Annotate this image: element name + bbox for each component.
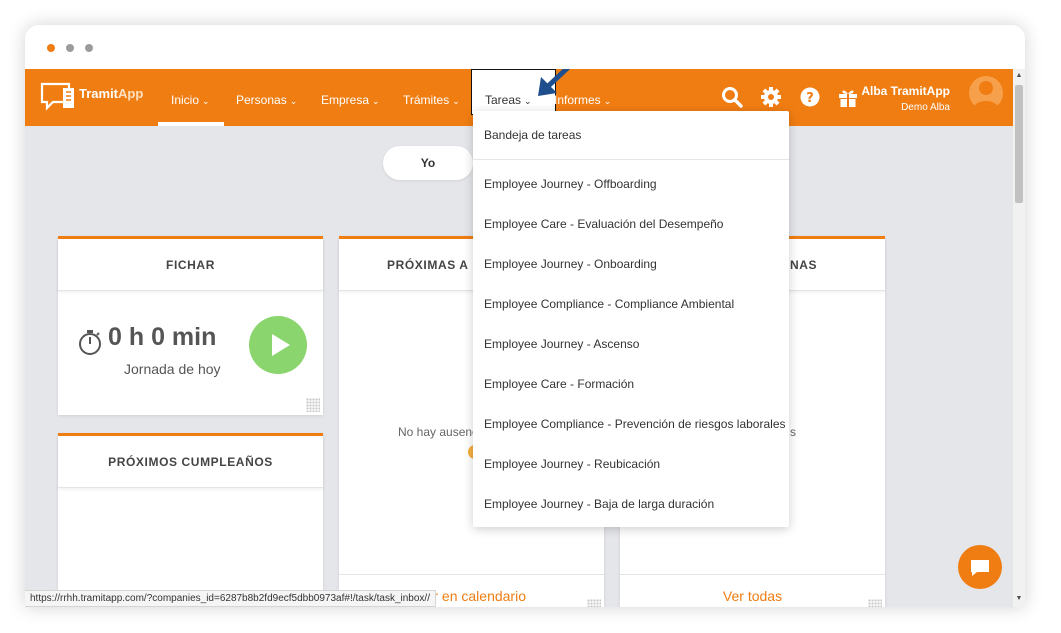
nav-item-label: Trámites: [403, 93, 450, 107]
card-title-text: NAS: [790, 258, 818, 272]
maximize-window-button[interactable]: [85, 44, 93, 52]
menu-item-relocation[interactable]: Employee Journey - Reubicación: [484, 457, 660, 471]
stopwatch-icon: [79, 330, 101, 355]
chevron-down-icon: ⌄: [603, 96, 612, 106]
birthdays-card: PRÓXIMOS CUMPLEAÑOS: [58, 433, 323, 607]
user-name[interactable]: Alba TramitApp: [861, 84, 950, 98]
scrollbar-thumb[interactable]: [1015, 85, 1023, 203]
nav-item-inicio[interactable]: Inicio ⌄: [171, 93, 210, 107]
nav-item-label: Personas: [236, 93, 287, 107]
avatar[interactable]: [969, 76, 1003, 110]
card-title: PRÓXIMOS CUMPLEAÑOS: [58, 436, 323, 488]
nav-item-label: Tareas: [485, 93, 522, 107]
resize-grip[interactable]: [587, 599, 601, 607]
chat-button[interactable]: [958, 545, 1002, 589]
workday-label: Jornada de hoy: [124, 361, 221, 377]
chevron-down-icon: ⌄: [372, 96, 380, 106]
page-viewport: TramitApp Inicio ⌄ Personas ⌄ Empresa ⌄ Trá…: [25, 69, 1025, 607]
tareas-dropdown-menu: Bandeja de tareas Employee Journey - Off…: [473, 111, 789, 527]
search-icon[interactable]: [720, 85, 744, 109]
logo-text-part2: App: [118, 86, 144, 101]
user-company[interactable]: Demo Alba: [901, 102, 950, 113]
clock-in-play-button[interactable]: [249, 316, 307, 374]
scroll-up-arrow-icon[interactable]: ▲: [1015, 71, 1023, 81]
help-icon[interactable]: ?: [798, 85, 822, 109]
menu-divider: [473, 159, 789, 160]
card-title: FICHAR: [58, 239, 323, 291]
nav-item-empresa[interactable]: Empresa ⌄: [321, 93, 380, 107]
empty-state-text: s: [790, 425, 796, 439]
chevron-down-icon: ⌄: [289, 96, 298, 106]
menu-item-training[interactable]: Employee Care - Formación: [484, 377, 634, 391]
card-title-text: PRÓXIMAS A: [387, 258, 469, 272]
logo-chat-icon: [40, 82, 74, 111]
empty-state-text: No hay ausenc: [398, 425, 479, 439]
nav-item-label: Inicio: [171, 93, 200, 107]
logo-text: TramitApp: [79, 86, 143, 101]
nav-item-tareas[interactable]: Tareas ⌄: [485, 93, 532, 107]
nav-item-label: Empresa: [321, 93, 370, 107]
gift-icon[interactable]: [836, 85, 860, 109]
browser-window: TramitApp Inicio ⌄ Personas ⌄ Empresa ⌄ Trá…: [25, 25, 1025, 607]
menu-item-onboarding[interactable]: Employee Journey - Onboarding: [484, 257, 657, 271]
svg-text:?: ?: [806, 91, 814, 106]
menu-item-offboarding[interactable]: Employee Journey - Offboarding: [484, 177, 657, 191]
browser-titlebar: [25, 25, 1025, 69]
chat-bubble-icon: [971, 560, 989, 576]
worked-time: 0 h 0 min: [108, 323, 217, 351]
view-all-link[interactable]: Ver todas: [620, 574, 885, 607]
close-window-button[interactable]: [47, 44, 55, 52]
menu-item-risk-prevention[interactable]: Employee Compliance - Prevención de ries…: [484, 417, 786, 431]
menu-item-promotion[interactable]: Employee Journey - Ascenso: [484, 337, 639, 351]
user-avatar-icon: [973, 81, 999, 110]
logo-text-part1: Tramit: [79, 86, 119, 101]
menu-item-environmental-compliance[interactable]: Employee Compliance - Compliance Ambient…: [484, 297, 734, 311]
menu-item-performance-review[interactable]: Employee Care - Evaluación del Desempeño: [484, 217, 723, 231]
nav-item-personas[interactable]: Personas ⌄: [236, 93, 297, 107]
nav-item-tramites[interactable]: Trámites ⌄: [403, 93, 460, 107]
chevron-down-icon: ⌄: [202, 96, 210, 106]
yo-toggle[interactable]: Yo: [383, 146, 473, 180]
resize-grip[interactable]: [868, 599, 882, 607]
gear-icon[interactable]: [759, 85, 783, 109]
nav-active-indicator: [158, 122, 224, 126]
status-bar-url: https://rrhh.tramitapp.com/?companies_id…: [25, 590, 436, 607]
minimize-window-button[interactable]: [66, 44, 74, 52]
pointer-arrow-icon: [538, 69, 571, 96]
fichar-card: FICHAR 0 h 0 min Jornada de hoy: [58, 236, 323, 415]
chevron-down-icon: ⌄: [452, 96, 460, 106]
scroll-down-arrow-icon[interactable]: ▼: [1015, 594, 1023, 604]
resize-grip[interactable]: [306, 398, 320, 412]
menu-item-long-term-leave[interactable]: Employee Journey - Baja de larga duració…: [484, 497, 714, 511]
tramitapp-logo[interactable]: TramitApp: [39, 78, 149, 114]
page-scrollbar[interactable]: ▲ ▼: [1013, 69, 1025, 607]
menu-item-task-inbox[interactable]: Bandeja de tareas: [484, 128, 581, 142]
